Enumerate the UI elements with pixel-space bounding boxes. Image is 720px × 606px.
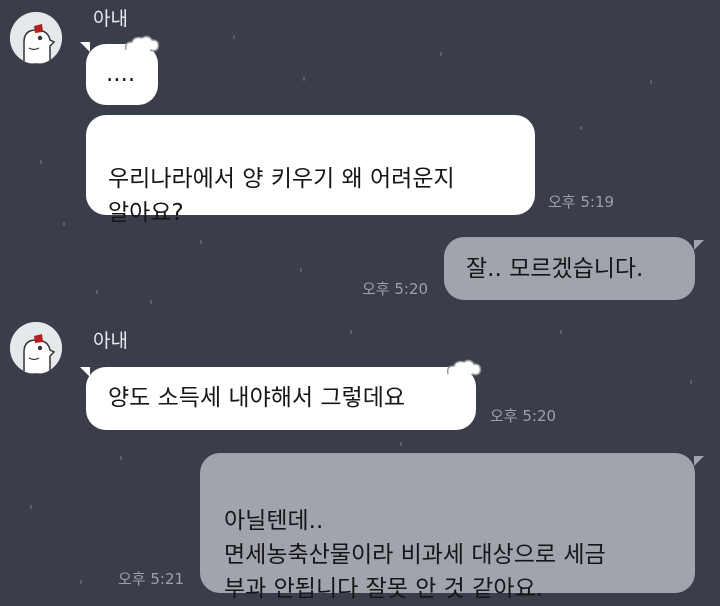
bubble-tail	[694, 456, 704, 466]
message-timestamp: 오후 5:20	[362, 280, 429, 298]
bubble-tail	[694, 240, 704, 250]
sender-name: 아내	[93, 330, 128, 352]
cartoon-character-avatar-icon	[10, 12, 62, 64]
message-bubble[interactable]: 아닐텐데.. 면세농축산물이라 비과세 대상으로 세금 부과 안됩니다 잘못 안…	[200, 453, 695, 602]
message-text: 아닐텐데.. 면세농축산물이라 비과세 대상으로 세금 부과 안됩니다 잘못 안…	[224, 508, 606, 602]
message-text: ....	[106, 61, 136, 87]
message-timestamp: 오후 5:20	[490, 407, 557, 425]
avatar[interactable]	[10, 12, 62, 64]
message-bubble[interactable]: 잘.. 모르겠습니다.	[444, 237, 695, 300]
bubble-tail	[80, 42, 90, 52]
message-timestamp: 오후 5:19	[548, 193, 615, 211]
cloud-sticker-icon	[124, 35, 160, 52]
message-text: 잘.. 모르겠습니다.	[466, 256, 644, 282]
cloud-sticker-icon	[446, 359, 482, 376]
avatar[interactable]	[10, 322, 62, 374]
message-text: 양도 소득세 내야해서 그렇데요	[108, 385, 406, 411]
cartoon-character-avatar-icon	[10, 322, 62, 374]
message-bubble[interactable]: 우리나라에서 양 키우기 왜 어려운지 알아요?	[86, 115, 535, 226]
sender-name: 아내	[93, 8, 128, 30]
message-timestamp: 오후 5:21	[118, 570, 185, 588]
message-text: 우리나라에서 양 키우기 왜 어려운지 알아요?	[108, 166, 455, 226]
message-bubble[interactable]: 양도 소득세 내야해서 그렇데요	[86, 367, 476, 430]
